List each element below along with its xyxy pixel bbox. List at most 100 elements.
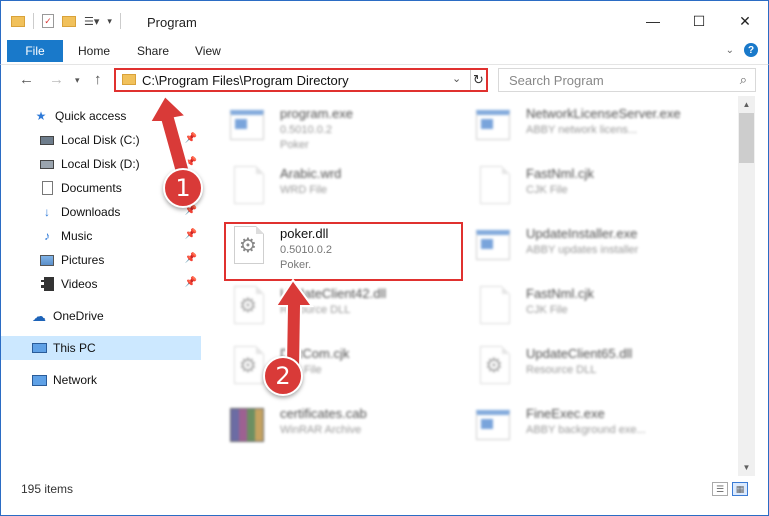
pin-icon[interactable]: 📌 <box>185 229 197 240</box>
sidebar-item-label: This PC <box>53 341 96 355</box>
scroll-thumb[interactable] <box>739 113 754 163</box>
dll-icon: ⚙ <box>230 286 270 330</box>
pin-icon[interactable]: 📌 <box>185 157 197 168</box>
cloud-icon: ☁ <box>32 307 46 324</box>
recent-locations-icon[interactable]: ▾ <box>75 75 80 86</box>
search-placeholder: Search Program <box>509 73 604 88</box>
sidebar-item-label: Local Disk (D:) <box>61 157 140 171</box>
file-item[interactable]: certificates.cab WinRAR Archive <box>230 402 470 462</box>
sidebar-item-label: Documents <box>61 181 122 195</box>
window-edge <box>755 96 769 476</box>
title-bar: ✓ ☰▾ ▾ Program — ☐ ✕ <box>0 0 769 40</box>
quick-access-dropdown-icon[interactable]: ▾ <box>107 16 112 27</box>
sidebar-item-videos[interactable]: Videos 📌 <box>1 272 201 296</box>
file-item[interactable]: FastNml.cjk CJK File <box>476 282 716 342</box>
tab-share[interactable]: Share <box>137 44 169 58</box>
star-icon: ★ <box>35 109 47 123</box>
details-view-icon[interactable]: ☰ <box>712 482 728 496</box>
computer-icon <box>31 340 47 356</box>
exe-icon <box>476 406 516 450</box>
tab-file[interactable]: File <box>7 40 63 62</box>
poker-dll-highlight-box <box>224 222 463 281</box>
file-item[interactable]: ⚙ UpdateClient65.dll Resource DLL <box>476 342 716 402</box>
sidebar-item-label: Quick access <box>55 109 127 123</box>
address-bar[interactable]: C:\Program Files\Program Directory ⌄ ↻ <box>114 68 488 92</box>
file-name: program.exe <box>280 106 353 121</box>
large-icons-view-icon[interactable]: ▦ <box>732 482 748 496</box>
sidebar-item-label: OneDrive <box>53 309 104 323</box>
file-type: CJK File <box>526 184 568 196</box>
file-item[interactable]: FastNml.cjk CJK File <box>476 162 716 222</box>
sidebar-item-local-disk-c[interactable]: Local Disk (C:) 📌 <box>1 128 201 152</box>
new-folder-icon[interactable] <box>62 15 76 27</box>
file-item[interactable]: FineExec.exe ABBY background exe... <box>476 402 716 462</box>
file-name: UpdateClient42.dll <box>280 286 387 301</box>
scroll-down-icon[interactable]: ▼ <box>738 459 755 476</box>
file-item[interactable]: program.exe 0.5010.0.2 Poker <box>230 102 470 162</box>
drive-icon <box>39 156 55 172</box>
chevron-down-icon[interactable]: ⌄ <box>452 72 461 85</box>
file-description: ABBY background exe... <box>526 424 646 436</box>
navigation-pane: ★ Quick access Local Disk (C:) 📌 Local D… <box>0 96 202 476</box>
scroll-up-icon[interactable]: ▲ <box>738 96 755 113</box>
file-item[interactable]: Arabic.wrd WRD File <box>230 162 470 222</box>
maximize-button[interactable]: ☐ <box>676 1 722 41</box>
file-name: Arabic.wrd <box>280 166 342 181</box>
properties-icon[interactable]: ✓ <box>42 14 54 28</box>
forward-arrow-icon[interactable]: → <box>49 71 64 88</box>
customize-toolbar-icon[interactable]: ☰▾ <box>84 15 99 28</box>
sidebar-item-onedrive[interactable]: ☁ OneDrive <box>1 304 201 328</box>
tab-view[interactable]: View <box>195 44 221 58</box>
close-button[interactable]: ✕ <box>722 1 768 41</box>
sidebar-item-label: Local Disk (C:) <box>61 133 140 147</box>
pin-icon[interactable]: 📌 <box>185 277 197 288</box>
sidebar-item-network[interactable]: Network <box>1 368 201 392</box>
sidebar-item-pictures[interactable]: Pictures 📌 <box>1 248 201 272</box>
file-name: FastNml.cjk <box>526 166 594 181</box>
back-arrow-icon[interactable]: ← <box>19 71 34 88</box>
drive-icon <box>39 132 55 148</box>
step-1-badge: 1 <box>163 168 203 208</box>
doc-icon <box>476 286 516 330</box>
file-name: FineExec.exe <box>526 406 605 421</box>
file-description: Resource DLL <box>280 304 351 316</box>
pin-icon[interactable]: 📌 <box>185 133 197 144</box>
file-name: FastNml.cjk <box>526 286 594 301</box>
search-icon[interactable]: ⌕ <box>740 72 747 88</box>
file-item[interactable]: NetworkLicenseServer.exe ABBY network li… <box>476 102 716 162</box>
rar-icon <box>230 406 270 450</box>
documents-icon <box>39 180 55 196</box>
sidebar-item-label: Network <box>53 373 98 387</box>
network-icon <box>31 372 47 388</box>
pictures-icon <box>39 252 55 268</box>
help-icon[interactable]: ? <box>744 43 758 57</box>
doc-icon <box>230 166 270 210</box>
vertical-scrollbar[interactable]: ▲ ▼ <box>738 96 755 476</box>
ribbon-tabs: File Home Share View ⌄ ? <box>0 40 769 64</box>
step-2-badge: 2 <box>263 356 303 396</box>
file-name: UpdateClient65.dll <box>526 346 633 361</box>
file-item[interactable]: ⚙ UpdateClient42.dll Resource DLL <box>230 282 470 342</box>
sidebar-item-music[interactable]: ♪ Music 📌 <box>1 224 201 248</box>
file-version: 0.5010.0.2 <box>280 124 332 136</box>
exe-icon <box>230 106 270 150</box>
exe-icon <box>476 226 516 270</box>
up-arrow-icon[interactable]: ↑ <box>94 71 102 88</box>
divider <box>119 13 121 29</box>
doc-icon <box>476 166 516 210</box>
sidebar-item-this-pc[interactable]: This PC <box>1 336 201 360</box>
file-type: WRD File <box>280 184 328 196</box>
file-item[interactable]: UpdateInstaller.exe ABBY updates install… <box>476 222 716 282</box>
folder-icon[interactable] <box>11 15 25 27</box>
download-arrow-icon: ↓ <box>44 205 50 219</box>
pin-icon[interactable]: 📌 <box>185 253 197 264</box>
tab-home[interactable]: Home <box>78 44 110 58</box>
file-description: ABBY network licens... <box>526 124 638 136</box>
sidebar-item-quick-access[interactable]: ★ Quick access <box>1 104 201 128</box>
expand-ribbon-icon[interactable]: ⌄ <box>726 45 734 56</box>
refresh-icon[interactable]: ↻ <box>470 70 486 90</box>
divider <box>33 13 34 29</box>
search-input[interactable]: Search Program ⌕ <box>498 68 756 92</box>
minimize-button[interactable]: — <box>630 1 676 41</box>
sidebar-item-label: Downloads <box>61 205 121 219</box>
